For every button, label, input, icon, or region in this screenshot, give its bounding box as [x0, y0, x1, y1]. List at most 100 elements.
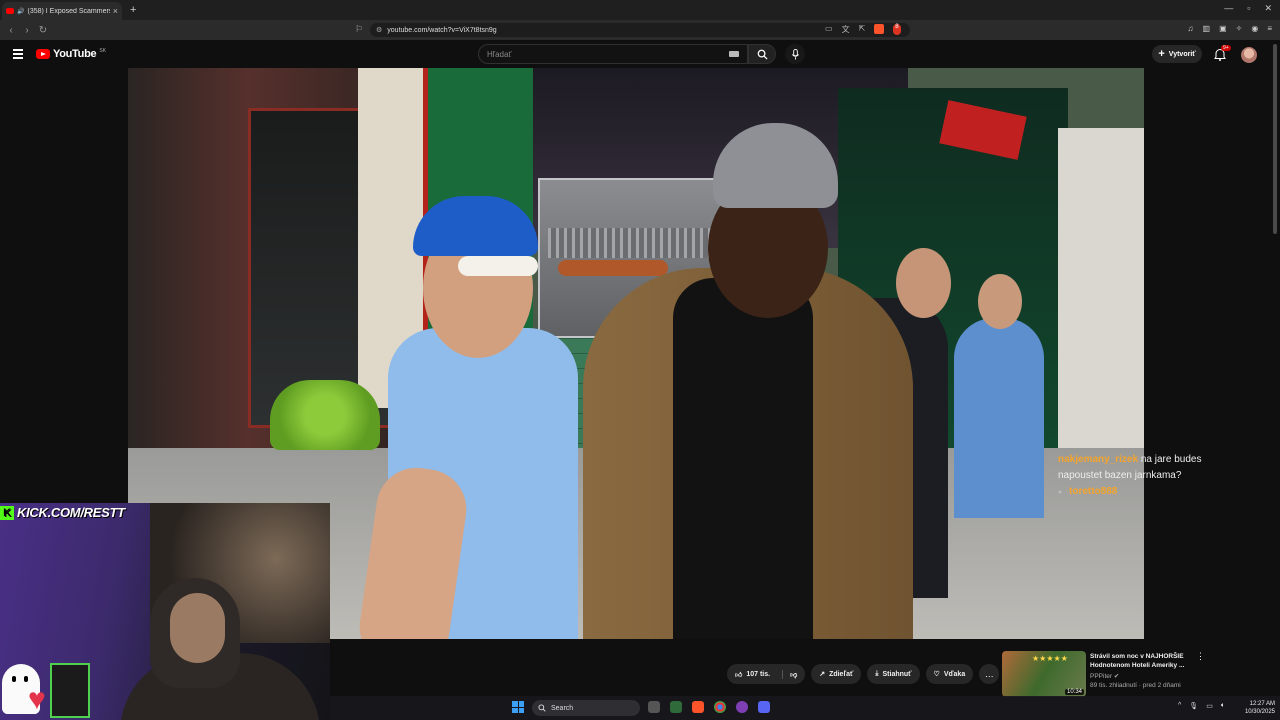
like-count: 107 tis.	[746, 670, 771, 678]
windows-start-icon[interactable]	[512, 701, 524, 713]
window-controls: — ▫ ✕	[1224, 3, 1272, 14]
browser-tab[interactable]: 🔊 (358) I Exposed Scammers in ×	[2, 2, 122, 20]
kick-url: KICK.COM/RESTT	[17, 505, 125, 520]
more-actions-button[interactable]: …	[979, 664, 1000, 684]
account-avatar[interactable]	[1241, 47, 1257, 63]
new-tab-button[interactable]: +	[130, 4, 136, 16]
bookmark-icon[interactable]: ⚐	[355, 24, 363, 35]
youtube-logo[interactable]: YouTube SK	[36, 48, 106, 60]
speaker-icon[interactable]: 🔊	[17, 8, 24, 15]
taskbar-search-label: Search	[551, 704, 574, 712]
download-icon: ⤓	[875, 670, 879, 677]
cast-icon[interactable]: ▭	[825, 24, 833, 35]
recommended-thumbnail[interactable]: ★★★★★ 10:34	[1002, 651, 1086, 697]
search-placeholder: Hľadať	[487, 49, 512, 59]
xbox-app-icon[interactable]	[670, 701, 682, 713]
chrome-app-icon[interactable]	[714, 701, 726, 713]
close-window-button[interactable]: ✕	[1264, 3, 1272, 14]
share-label: Zdieľať	[829, 670, 854, 678]
share-button[interactable]: ↗ Zdieľať	[811, 664, 862, 684]
video-scene-man-shirt	[673, 278, 813, 639]
recommended-info[interactable]: Strávil som noc v NAJHORŠIE Hodnotenom H…	[1090, 652, 1190, 690]
recommended-menu-icon[interactable]: ⋮	[1196, 651, 1205, 662]
taskbar-search[interactable]: Search	[532, 700, 640, 716]
create-button[interactable]: + Vytvoriť	[1152, 45, 1202, 63]
youtube-wordmark: YouTube	[53, 48, 97, 60]
thumbs-up-icon: 👍︎	[735, 671, 743, 679]
chat-message: ● toretto888	[1058, 484, 1238, 501]
search-button[interactable]	[748, 44, 776, 64]
thumbs-down-icon[interactable]: 👎︎	[782, 669, 797, 679]
youtube-favicon-icon	[6, 8, 14, 14]
channel-name: PPPiter	[1090, 673, 1113, 680]
wallet-icon[interactable]: ▣	[1219, 24, 1227, 33]
video-actions: 👍︎ 107 tis. 👎︎ ↗ Zdieľať ⤓ Stiahnuť ♡ Vď…	[727, 664, 1000, 684]
sparkle-icon[interactable]: ✧	[1236, 24, 1243, 33]
brave-browser-icon[interactable]	[692, 701, 704, 713]
recommended-channel[interactable]: PPPiter ✔	[1090, 672, 1190, 681]
url-tools: ▭ 文 ⇱ 8	[825, 24, 901, 35]
translate-icon[interactable]: 文	[842, 24, 850, 35]
video-scene-chicken	[558, 260, 668, 276]
keyboard-icon[interactable]	[729, 51, 739, 57]
notification-count-badge: 9+	[1221, 45, 1231, 51]
page-scrollbar[interactable]	[1273, 44, 1277, 234]
like-button[interactable]: 👍︎ 107 tis. 👎︎	[727, 664, 806, 684]
system-tray: ^ 🎙︎ ▭ 🔈︎	[1178, 702, 1225, 710]
obs-app-icon[interactable]	[736, 701, 748, 713]
back-icon[interactable]: ‹	[3, 25, 19, 36]
tray-network-icon[interactable]: ▭	[1206, 702, 1213, 710]
video-duration: 10:34	[1064, 689, 1084, 695]
vpn-icon[interactable]: ◉	[1251, 24, 1258, 33]
brave-shield-icon[interactable]	[874, 24, 885, 34]
search-icon	[757, 49, 768, 60]
tray-mic-icon[interactable]: 🎙︎	[1189, 702, 1198, 710]
video-scene-hedge	[270, 380, 380, 450]
screen: 🔊 (358) I Exposed Scammers in × + — ▫ ✕ …	[0, 0, 1280, 720]
chat-message: nakjemany_rizek na jare budes napoustet …	[1058, 452, 1238, 484]
video-scene-person-blue	[954, 318, 1044, 518]
thanks-label: Vďaka	[943, 670, 966, 678]
address-bar-row: ‹ › ↻ ⚐ ⚙ youtube.com/watch?v=ViX7t8tsn9…	[0, 20, 1280, 40]
music-icon[interactable]: ♫	[1188, 24, 1194, 33]
youtube-play-icon	[36, 49, 50, 59]
tray-chevron-icon[interactable]: ^	[1178, 702, 1181, 710]
extension-toolbar: ♫ ▥ ▣ ✧ ◉ ≡	[1188, 24, 1272, 33]
minimize-button[interactable]: —	[1224, 3, 1233, 14]
task-view-icon[interactable]	[648, 701, 660, 713]
video-scene-sunglasses	[458, 256, 538, 276]
reload-icon[interactable]: ↻	[35, 25, 51, 36]
youtube-header: YouTube SK Hľadať + Vytvoriť 9+	[0, 40, 1280, 68]
download-label: Stiahnuť	[882, 670, 912, 678]
maximize-button[interactable]: ▫	[1247, 3, 1250, 14]
tray-volume-icon[interactable]: 🔈︎	[1221, 702, 1225, 710]
download-button[interactable]: ⤓ Stiahnuť	[867, 664, 920, 684]
recommended-title[interactable]: Strávil som noc v NAJHORŠIE Hodnotenom H…	[1090, 652, 1190, 670]
taskbar-clock[interactable]: 12:27 AM 10/30/2025	[1235, 700, 1275, 716]
thanks-icon: ♡	[933, 671, 940, 678]
tab-title: (358) I Exposed Scammers in	[27, 7, 110, 15]
menu-icon[interactable]: ≡	[1267, 24, 1272, 33]
sidebar-icon[interactable]: ▥	[1203, 24, 1211, 33]
discord-app-icon[interactable]	[758, 701, 770, 713]
url-text: youtube.com/watch?v=ViX7t8tsn9g	[387, 26, 497, 34]
voice-search-button[interactable]	[785, 44, 805, 64]
stars-graphic-icon: ★★★★★	[1032, 654, 1068, 663]
video-scene-grill	[548, 228, 728, 258]
hamburger-menu-icon[interactable]	[13, 49, 23, 61]
close-tab-icon[interactable]: ×	[113, 6, 118, 16]
chat-overlay: nakjemany_rizek na jare budes napoustet …	[1058, 452, 1238, 501]
thanks-button[interactable]: ♡ Vďaka	[925, 664, 974, 684]
rewards-badge[interactable]: 8	[893, 24, 901, 35]
forward-icon[interactable]: ›	[19, 25, 35, 36]
site-info-icon[interactable]: ⚙	[376, 26, 382, 34]
clock-date: 10/30/2025	[1244, 709, 1275, 715]
recommended-meta: 89 tis. zhliadnutí · pred 2 dňami	[1090, 682, 1181, 689]
share-icon: ↗	[819, 671, 826, 678]
video-scene-person-back-head	[896, 248, 951, 318]
share-page-icon[interactable]: ⇱	[859, 24, 866, 35]
verified-icon: ✔	[1113, 673, 1120, 680]
microphone-icon	[791, 48, 799, 60]
kick-channel-badge: K KICK.COM/RESTT	[0, 505, 125, 520]
search-input[interactable]: Hľadať	[478, 44, 748, 64]
